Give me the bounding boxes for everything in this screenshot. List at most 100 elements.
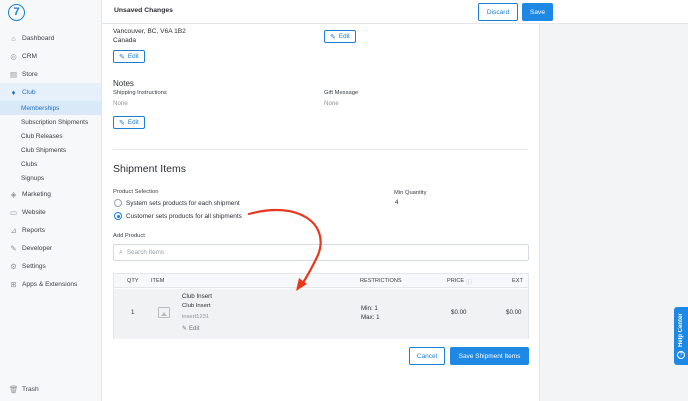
edit-label: Edit [338, 33, 350, 40]
address-line-1: Vancouver, BC, V6A 1B2 [113, 28, 186, 35]
edit-notes-button[interactable]: ✎ Edit [113, 116, 145, 129]
store-icon: ▤ [9, 69, 18, 79]
shipment-items-table: QTY ITEM RESTRICTIONS PRICE ⓘ EXT 1 Club… [113, 273, 529, 339]
sidebar-item-developer[interactable]: ✎ Developer [0, 239, 101, 257]
marketing-icon: ◈ [10, 189, 17, 199]
column-ext: EXT [512, 278, 523, 284]
crm-icon: ◎ [10, 51, 17, 61]
sidebar-item-reports[interactable]: ⊿ Reports [0, 221, 101, 239]
radio-button[interactable] [114, 199, 122, 207]
column-item: ITEM [151, 278, 165, 284]
sidebar-item-crm[interactable]: ◎ CRM [0, 47, 101, 65]
table-header: QTY ITEM RESTRICTIONS PRICE ⓘ EXT [114, 274, 528, 288]
trash-icon: 🗑 [9, 385, 19, 394]
sidebar-item-label: Apps & Extensions [22, 280, 78, 288]
gear-icon: ⚙ [10, 261, 17, 271]
section-divider [113, 149, 528, 150]
table-row[interactable]: 1 Club Insert Club Insert insert1231 ✎ Ed… [114, 289, 528, 339]
reports-icon: ⊿ [10, 225, 17, 235]
search-placeholder: Search Items [126, 249, 165, 256]
sidebar-item-club[interactable]: ♦ Club [0, 83, 101, 101]
sidebar-nav: ⌂ Dashboard ◎ CRM ▤ Store ♦ Club Memberships… [0, 29, 101, 293]
sidebar-item-label: Marketing [22, 190, 51, 198]
sidebar-item-label: Website [22, 208, 46, 216]
sidebar-item-website[interactable]: ▭ Website [0, 203, 101, 221]
unsaved-changes-title: Unsaved Changes [114, 7, 173, 14]
app-logo[interactable]: 7 [8, 4, 25, 21]
row-ext: $0.00 [506, 309, 522, 316]
save-button[interactable]: Save [522, 3, 553, 21]
sidebar-item-dashboard[interactable]: ⌂ Dashboard [0, 29, 101, 47]
gift-message-label: Gift Message [324, 90, 359, 96]
sidebar: 7 ⌂ Dashboard ◎ CRM ▤ Store ♦ Club Membershi… [0, 0, 102, 401]
gift-message-value: None [324, 100, 339, 107]
cancel-button[interactable]: Cancel [409, 347, 445, 365]
sidebar-item-label: Club [22, 88, 36, 96]
pencil-icon: ✎ [119, 53, 125, 61]
sidebar-item-label: Store [22, 70, 38, 78]
row-item-sku: insert1231 [182, 314, 210, 320]
radio-label: System sets products for each shipment [126, 199, 240, 207]
sidebar-item-label: CRM [22, 52, 38, 60]
address-line-2: Canada [113, 37, 137, 44]
row-price: $0.00 [451, 309, 467, 316]
notes-heading: Notes [113, 79, 134, 88]
help-center-label: Help Center [678, 313, 684, 347]
sidebar-subitem-club-shipments[interactable]: Club Shipments [0, 143, 101, 157]
search-icon: ⌕ [119, 248, 123, 256]
pencil-icon: ✎ [182, 326, 188, 332]
radio-label: Customer sets products for all shipments [126, 212, 242, 220]
edit-address-secondary-button[interactable]: ✎ Edit [324, 30, 356, 43]
content-card: Vancouver, BC, V6A 1B2 Canada ✎ Edit ✎ Edi… [102, 24, 540, 401]
row-edit-link[interactable]: ✎ Edit [182, 325, 200, 333]
save-shipment-items-button[interactable]: Save Shipment Items [450, 347, 529, 365]
radio-system-sets-products[interactable]: System sets products for each shipment [114, 199, 240, 207]
sidebar-item-apps-extensions[interactable]: ⊞ Apps & Extensions [0, 275, 101, 293]
home-icon: ⌂ [11, 33, 16, 43]
sidebar-subitem-signups[interactable]: Signups [0, 171, 101, 185]
row-item-subname: Club Insert [182, 303, 211, 309]
min-quantity-value: 4 [395, 199, 399, 206]
discard-button[interactable]: Discard [478, 3, 518, 21]
help-center-tab[interactable]: Help Center ? [674, 307, 688, 365]
product-selection-label: Product Selection [113, 189, 159, 195]
image-placeholder-icon [158, 307, 170, 318]
sidebar-item-label: Dashboard [22, 34, 55, 42]
shipping-instructions-label: Shipping Instructions [113, 90, 167, 96]
sidebar-item-label: Developer [22, 244, 53, 252]
help-icon: ? [677, 351, 685, 359]
row-max-restriction: Max: 1 [361, 314, 380, 321]
min-quantity-label: Min Quantity [394, 190, 427, 196]
sidebar-subitem-memberships[interactable]: Memberships [0, 101, 101, 115]
info-icon: ⓘ [466, 280, 472, 286]
sidebar-item-label: Reports [22, 226, 46, 234]
column-restrictions: RESTRICTIONS [360, 278, 402, 284]
radio-button-selected[interactable] [114, 212, 122, 220]
edit-label: Edit [127, 119, 139, 126]
pencil-icon: ✎ [330, 33, 336, 41]
shipping-instructions-value: None [113, 100, 128, 107]
sidebar-item-label: Trash [22, 386, 39, 393]
edit-address-button[interactable]: ✎ Edit [113, 50, 145, 63]
sidebar-subitem-club-releases[interactable]: Club Releases [0, 129, 101, 143]
column-price: PRICE [447, 278, 465, 284]
club-icon: ♦ [11, 87, 16, 97]
shipment-items-heading: Shipment Items [113, 163, 186, 175]
sidebar-subitem-subscription-shipments[interactable]: Subscription Shipments [0, 115, 101, 129]
edit-label: Edit [189, 325, 200, 332]
sidebar-item-trash[interactable]: 🗑 Trash [9, 385, 39, 394]
radio-customer-sets-products[interactable]: Customer sets products for all shipments [114, 212, 242, 220]
sidebar-subitem-clubs[interactable]: Clubs [0, 157, 101, 171]
add-product-label: Add Product [113, 233, 145, 239]
pencil-icon: ✎ [119, 119, 125, 127]
column-qty: QTY [127, 278, 139, 284]
apps-icon: ⊞ [10, 279, 17, 289]
sidebar-item-store[interactable]: ▤ Store [0, 65, 101, 83]
sidebar-item-marketing[interactable]: ◈ Marketing [0, 185, 101, 203]
developer-icon: ✎ [10, 243, 17, 253]
website-icon: ▭ [9, 207, 18, 217]
search-items-input[interactable]: ⌕ Search Items [113, 244, 529, 261]
top-bar: Unsaved Changes Discard Save [102, 0, 688, 24]
edit-label: Edit [127, 53, 139, 60]
sidebar-item-settings[interactable]: ⚙ Settings [0, 257, 101, 275]
